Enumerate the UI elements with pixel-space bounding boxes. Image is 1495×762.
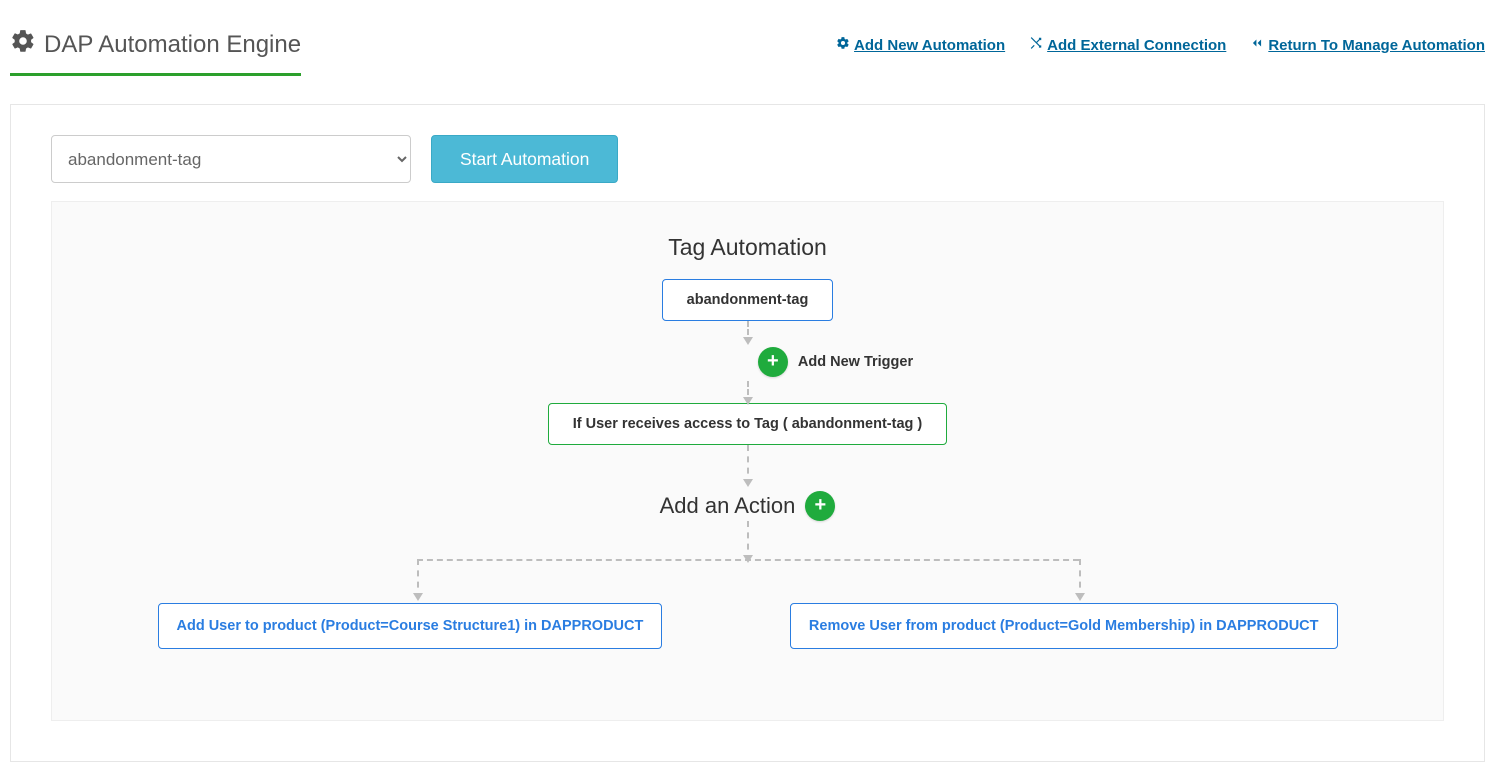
action-node-add-user[interactable]: Add User to product (Product=Course Stru… <box>158 603 663 649</box>
add-action-row: Add an Action <box>660 491 836 521</box>
add-new-automation-link[interactable]: Add New Automation <box>836 36 1005 54</box>
connector-line <box>747 445 749 485</box>
gears-icon <box>10 28 36 61</box>
return-to-manage-link[interactable]: Return To Manage Automation <box>1250 36 1485 54</box>
gears-icon <box>836 36 850 54</box>
trigger-node[interactable]: If User receives access to Tag ( abandon… <box>548 403 947 445</box>
action-node-remove-user[interactable]: Remove User from product (Product=Gold M… <box>790 603 1338 649</box>
branch-connector: Add User to product (Product=Course Stru… <box>92 559 1403 649</box>
add-trigger-label: Add New Trigger <box>798 354 913 370</box>
link-text: Return To Manage Automation <box>1268 37 1485 54</box>
connector-line <box>1079 559 1081 599</box>
toolbar: abandonment-tag Start Automation <box>51 135 1444 183</box>
add-action-label: Add an Action <box>660 493 796 519</box>
add-trigger-plus-icon[interactable] <box>758 347 788 377</box>
shuffle-icon <box>1029 36 1043 54</box>
double-chevron-left-icon <box>1250 36 1264 54</box>
connector-line <box>417 559 419 599</box>
link-text: Add New Automation <box>854 37 1005 54</box>
start-automation-button[interactable]: Start Automation <box>431 135 618 183</box>
connector-line <box>747 321 749 343</box>
add-external-connection-link[interactable]: Add External Connection <box>1029 36 1226 54</box>
page-title-text: DAP Automation Engine <box>44 31 301 59</box>
automation-canvas: Tag Automation abandonment-tag Add New T… <box>51 201 1444 721</box>
canvas-title: Tag Automation <box>668 234 827 261</box>
automation-select[interactable]: abandonment-tag <box>51 135 411 183</box>
connector-line <box>747 381 749 403</box>
content-panel: abandonment-tag Start Automation Tag Aut… <box>10 104 1485 762</box>
tag-node[interactable]: abandonment-tag <box>662 279 834 321</box>
connector-line <box>747 521 749 561</box>
link-text: Add External Connection <box>1047 37 1226 54</box>
add-trigger-row: Add New Trigger <box>758 347 913 377</box>
header-links: Add New Automation Add External Connecti… <box>836 28 1485 54</box>
page-title: DAP Automation Engine <box>10 28 301 76</box>
add-action-plus-icon[interactable] <box>805 491 835 521</box>
